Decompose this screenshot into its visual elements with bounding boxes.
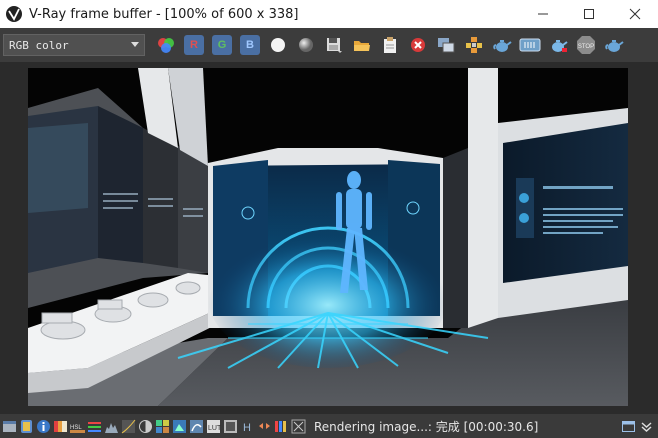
render-area[interactable] <box>0 62 658 412</box>
layers-icon[interactable] <box>19 419 34 434</box>
exposure-icon[interactable] <box>138 419 153 434</box>
open-image-button[interactable] <box>349 32 375 58</box>
save-image-button[interactable] <box>321 32 347 58</box>
maximize-icon <box>584 9 594 19</box>
color-circles-icon <box>158 38 174 53</box>
red-channel-button[interactable]: R <box>181 32 207 58</box>
maximize-button[interactable] <box>566 0 612 28</box>
status-bar: HSL LUT H Rendering image...: 完成 [00:00:… <box>0 414 658 438</box>
hsl-icon[interactable]: HSL <box>70 419 85 434</box>
start-render-button[interactable] <box>601 32 627 58</box>
history-button[interactable] <box>517 32 543 58</box>
clear-image-button[interactable] <box>405 32 431 58</box>
lens-effects-icon[interactable] <box>189 419 204 434</box>
cross-icon[interactable] <box>291 419 306 434</box>
red-channel-icon: R <box>184 35 204 55</box>
chevron-down-icon <box>131 42 139 47</box>
title-bar: V-Ray frame buffer - [100% of 600 x 338] <box>0 0 658 28</box>
history-h-icon[interactable]: H <box>240 419 255 434</box>
minimize-icon <box>538 13 548 15</box>
green-channel-icon: G <box>212 35 232 55</box>
close-icon <box>629 8 641 20</box>
svg-text:LUT: LUT <box>208 425 221 432</box>
track-mouse-button[interactable] <box>433 32 459 58</box>
interactive-render-button[interactable] <box>545 32 571 58</box>
double-chevron-down-icon[interactable] <box>639 419 654 434</box>
color-mode-button[interactable] <box>153 32 179 58</box>
info-icon[interactable] <box>36 419 51 434</box>
save-icon <box>327 38 342 53</box>
history-icon <box>519 38 541 52</box>
stop-icon: STOP <box>577 36 595 54</box>
gray-circle-icon <box>299 38 313 52</box>
channel-select[interactable]: RGB color <box>3 34 145 56</box>
render-last-button[interactable] <box>489 32 515 58</box>
clear-icon <box>411 38 425 52</box>
blue-channel-button[interactable]: B <box>237 32 263 58</box>
copy-clipboard-button[interactable] <box>377 32 403 58</box>
histogram-icon[interactable] <box>104 419 119 434</box>
close-button[interactable] <box>612 0 658 28</box>
channel-select-value: RGB color <box>9 38 69 52</box>
toolbar: RGB color R G B STOP <box>0 28 658 62</box>
status-text: Rendering image...: 完成 [00:00:30.6] <box>314 419 539 434</box>
stop-render-button[interactable]: STOP <box>573 32 599 58</box>
lut-icon[interactable] <box>172 419 187 434</box>
white-balance-icon[interactable] <box>155 419 170 434</box>
rendered-scene <box>28 68 628 406</box>
ab-compare-icon[interactable] <box>257 419 272 434</box>
svg-text:H: H <box>243 422 251 434</box>
green-channel-button[interactable]: G <box>209 32 235 58</box>
levels-icon[interactable] <box>87 419 102 434</box>
clipboard-icon <box>384 37 396 53</box>
region-render-button[interactable] <box>461 32 487 58</box>
white-circle-icon <box>271 38 285 52</box>
teapot-render-icon <box>605 40 624 52</box>
ocio-icon[interactable]: LUT <box>206 419 221 434</box>
open-settings-icon[interactable] <box>2 419 17 434</box>
vray-logo-icon <box>6 6 22 22</box>
color-correction-icon[interactable] <box>53 419 68 434</box>
svg-text:STOP: STOP <box>578 44 594 50</box>
render-teapot-icon <box>552 40 568 52</box>
blue-channel-icon: B <box>240 35 260 55</box>
mono-button[interactable] <box>293 32 319 58</box>
region-render-icon <box>466 37 482 53</box>
stripes-icon[interactable] <box>274 419 289 434</box>
teapot-icon <box>493 40 512 52</box>
white-point-button[interactable] <box>265 32 291 58</box>
window-title: V-Ray frame buffer - [100% of 600 x 338] <box>29 6 299 22</box>
track-mouse-icon <box>438 38 455 53</box>
compare-icon[interactable] <box>223 419 238 434</box>
rendered-image <box>28 68 628 406</box>
minimize-button[interactable] <box>520 0 566 28</box>
open-folder-icon <box>354 41 370 51</box>
panel-toggle-icon[interactable] <box>621 419 636 434</box>
curves-icon[interactable] <box>121 419 136 434</box>
